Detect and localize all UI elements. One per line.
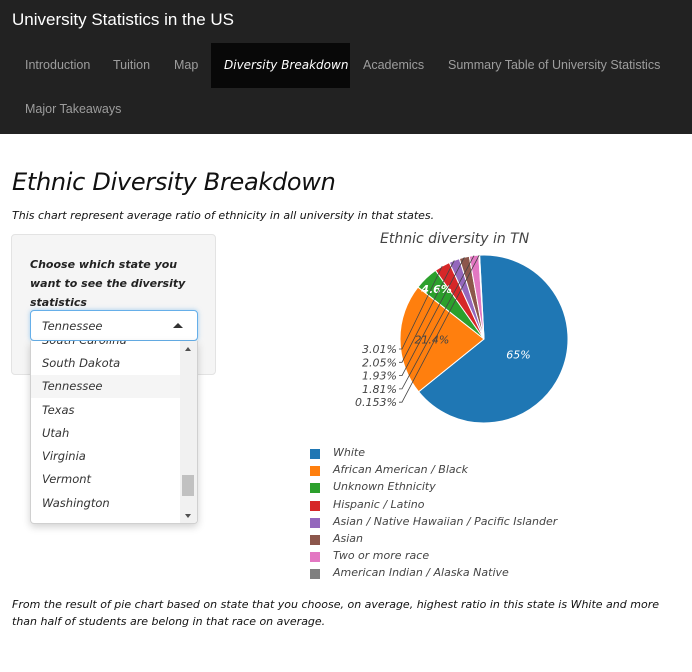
- legend-item[interactable]: Hispanic / Latino: [310, 498, 570, 515]
- pie-label-3: 3.01%: [362, 343, 397, 356]
- legend-swatch: [310, 483, 320, 494]
- scroll-up-arrow-icon[interactable]: [185, 347, 191, 351]
- legend-item[interactable]: African American / Black: [310, 463, 570, 480]
- legend-label: Asian / Native Hawaiian / Pacific Island…: [333, 514, 558, 528]
- legend-item[interactable]: Asian: [310, 532, 570, 549]
- pie-label-6: 1.81%: [362, 383, 397, 396]
- option-south-dakota[interactable]: South Dakota: [31, 352, 181, 375]
- pie-slice-7[interactable]: [478, 254, 485, 340]
- pie-label-2: 4.6%: [420, 283, 452, 296]
- pie-slice-4[interactable]: [448, 258, 485, 340]
- navbar: University Statistics in the US Introduc…: [0, 0, 692, 134]
- pie-leader-5: [399, 257, 465, 377]
- legend-label: Hispanic / Latino: [333, 497, 425, 511]
- conclusion-text: From the result of pie chart based on st…: [12, 598, 659, 628]
- pie-slice-2[interactable]: [417, 269, 485, 340]
- scroll-thumb[interactable]: [182, 475, 194, 496]
- legend-label: African American / Black: [333, 463, 469, 477]
- state-select-value[interactable]: Tennessee: [42, 319, 102, 333]
- legend-item[interactable]: Asian / Native Hawaiian / Pacific Island…: [310, 515, 570, 532]
- legend-label: White: [333, 446, 365, 459]
- app-title[interactable]: University Statistics in the US: [12, 10, 234, 30]
- legend-item[interactable]: White: [310, 446, 570, 463]
- pie-leader-4: [399, 260, 455, 363]
- legend-item[interactable]: Unknown Ethnicity: [310, 480, 570, 497]
- state-select-label: Choose which state you want to see the d…: [30, 258, 186, 309]
- state-dropdown-menu[interactable]: South Carolina South Dakota Tennessee Te…: [30, 341, 198, 524]
- option-vermont[interactable]: Vermont: [31, 468, 181, 491]
- tab-introduction[interactable]: Introduction: [12, 43, 103, 88]
- pie-label-0: 65%: [506, 348, 530, 361]
- pie-leader-7: [399, 254, 480, 403]
- dropdown-scrollbar[interactable]: [180, 341, 197, 523]
- page-title: Ethnic Diversity Breakdown: [12, 168, 336, 196]
- legend-item[interactable]: Two or more race: [310, 549, 570, 566]
- pie-slice-3[interactable]: [434, 261, 485, 340]
- option-south-carolina[interactable]: South Carolina: [31, 341, 181, 352]
- tab-academics[interactable]: Academics: [350, 43, 437, 88]
- pie-label-7: 0.153%: [355, 396, 397, 409]
- option-tennessee[interactable]: Tennessee: [31, 375, 181, 398]
- pie-label-1: 21.4%: [414, 333, 449, 346]
- legend-label: American Indian / Alaska Native: [333, 566, 509, 580]
- caret-up-icon[interactable]: [173, 323, 183, 328]
- tab-map[interactable]: Map: [161, 43, 211, 88]
- pie-slice-1[interactable]: [399, 286, 485, 393]
- chart-title: Ethnic diversity in TN: [380, 231, 530, 247]
- legend-label: Unknown Ethnicity: [333, 480, 436, 494]
- pie-slice-5[interactable]: [458, 255, 485, 340]
- tab-summary-table[interactable]: Summary Table of University Statistics: [435, 43, 673, 88]
- legend-label: Two or more race: [333, 549, 430, 563]
- legend-swatch: [310, 552, 320, 563]
- legend-item[interactable]: American Indian / Alaska Native: [310, 566, 570, 583]
- state-select[interactable]: Tennessee: [30, 310, 198, 341]
- pie-label-4: 2.05%: [362, 356, 397, 369]
- tab-major-takeaways[interactable]: Major Takeaways: [12, 87, 134, 132]
- legend-swatch: [310, 449, 320, 459]
- pie-slice-0[interactable]: [417, 254, 569, 424]
- legend-label: Asian: [333, 532, 364, 545]
- pie-label-5: 1.93%: [362, 370, 397, 383]
- scroll-down-arrow-icon[interactable]: [185, 514, 191, 518]
- option-washington[interactable]: Washington: [31, 492, 181, 515]
- pie-leader-6: [399, 255, 475, 390]
- legend-swatch: [310, 535, 320, 545]
- tab-diversity-breakdown[interactable]: Diversity Breakdown: [211, 43, 350, 88]
- pie-leader-3: [399, 265, 443, 350]
- option-virginia[interactable]: Virginia: [31, 445, 181, 468]
- legend-swatch: [310, 569, 320, 580]
- legend-swatch: [310, 500, 320, 511]
- pie-slice-6[interactable]: [468, 254, 485, 340]
- page-subtitle: This chart represent average ratio of et…: [12, 209, 435, 222]
- legend-swatch: [310, 466, 320, 477]
- tab-tuition[interactable]: Tuition: [100, 43, 163, 88]
- legend-swatch: [310, 517, 320, 528]
- option-utah[interactable]: Utah: [31, 422, 181, 445]
- option-texas[interactable]: Texas: [31, 399, 181, 422]
